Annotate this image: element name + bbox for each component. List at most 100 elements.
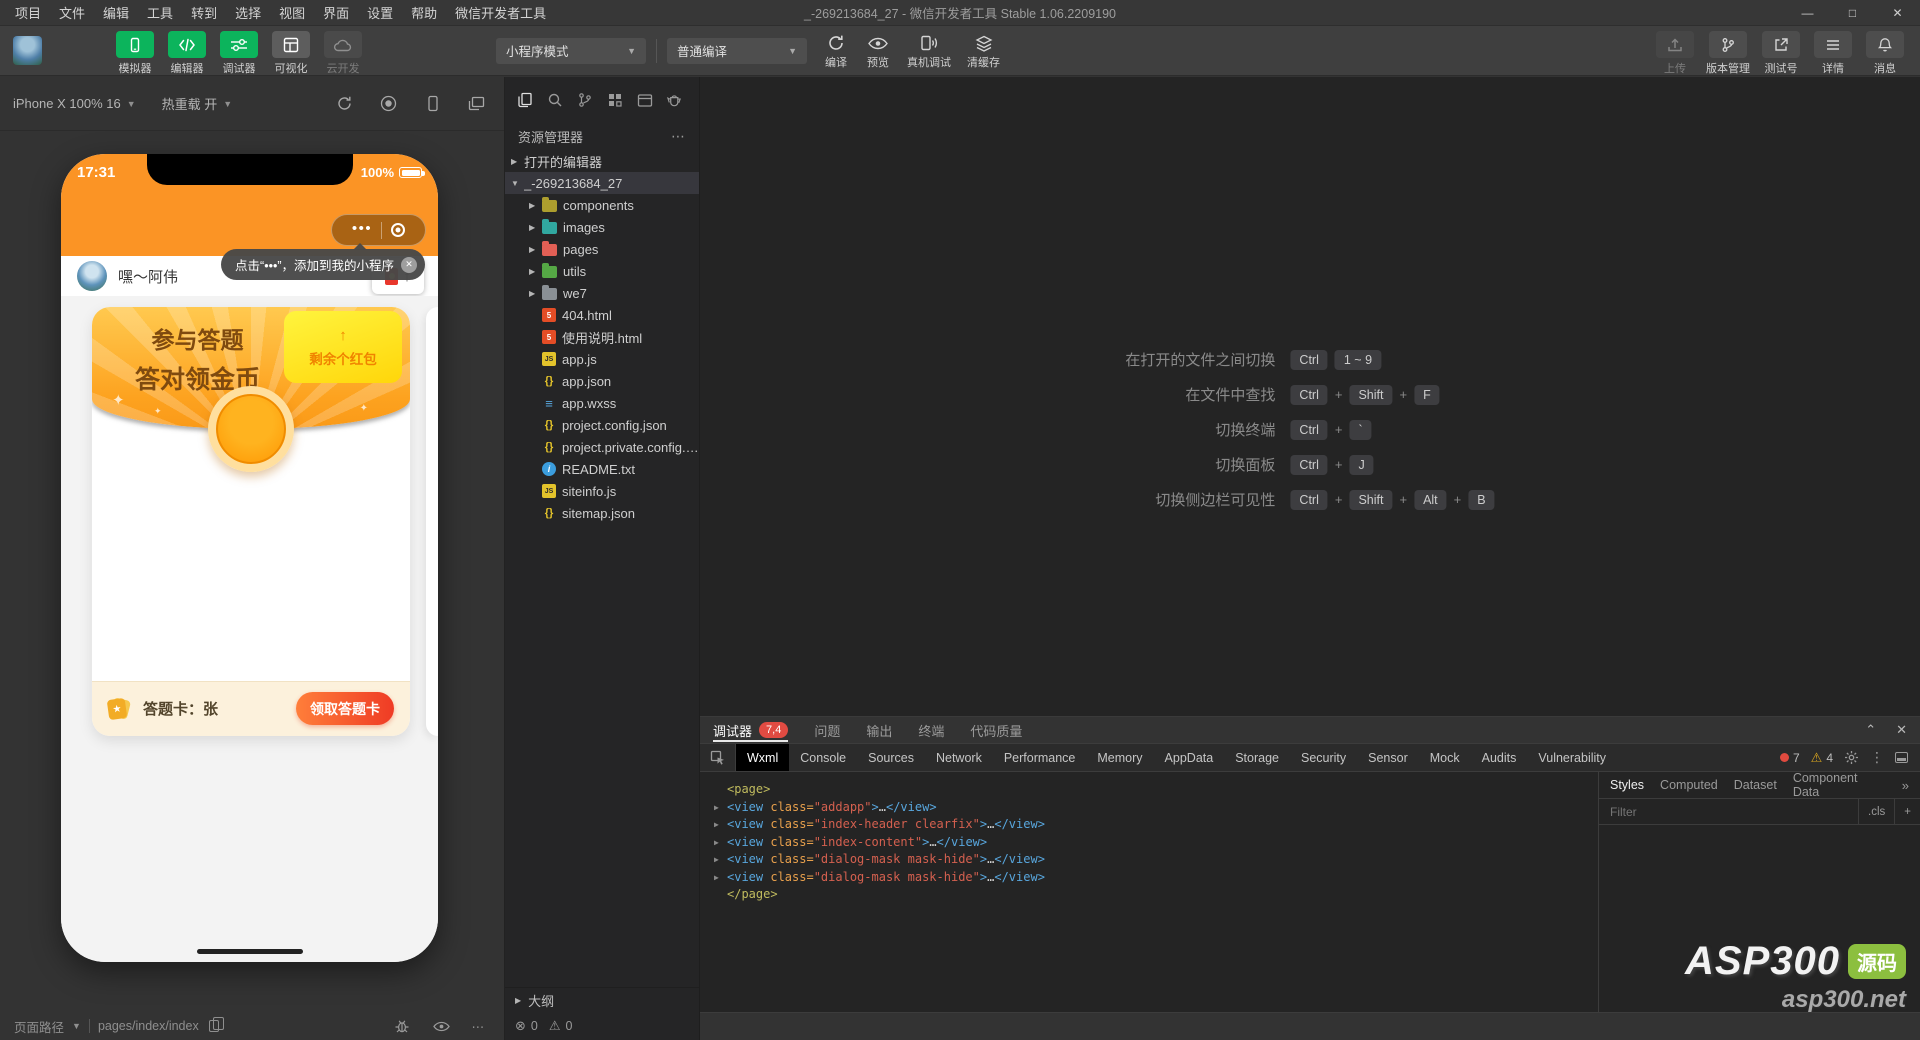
tree-item[interactable]: ▶ utils [505, 260, 699, 282]
menu-item-6[interactable]: 视图 [270, 0, 314, 25]
mode-select[interactable]: 小程序模式 ▼ [496, 37, 646, 64]
restart-icon[interactable] [336, 95, 353, 112]
filter-input[interactable]: Filter [1599, 799, 1858, 824]
close-target-icon[interactable] [391, 223, 406, 237]
copy-icon[interactable] [208, 1017, 224, 1032]
action-button-eye[interactable]: 预览 [865, 33, 891, 70]
devtools-tab-network[interactable]: Network [925, 744, 993, 771]
menu-item-7[interactable]: 界面 [314, 0, 358, 25]
tree-item[interactable]: ▶ pages [505, 238, 699, 260]
wxml-view-node[interactable]: ▶ <view class="index-content">…</view> [714, 834, 1598, 852]
page-path-label[interactable]: 页面路径 [14, 1017, 64, 1036]
multi-window-icon[interactable] [468, 95, 485, 112]
menu-item-4[interactable]: 转到 [182, 0, 226, 25]
teapot-icon[interactable] [666, 92, 683, 109]
wxml-root-node[interactable]: </page> [714, 886, 1598, 904]
tree-item[interactable]: JS siteinfo.js [505, 480, 699, 502]
panel-tab-item[interactable]: 代码质量 [970, 717, 1022, 743]
inspect-element-icon[interactable] [700, 744, 736, 771]
tree-item[interactable]: ▼ _-269213684_27 [505, 172, 699, 194]
menu-item-0[interactable]: 项目 [6, 0, 50, 25]
maximize-button[interactable]: □ [1830, 0, 1875, 25]
tree-item[interactable]: {} sitemap.json [505, 502, 699, 524]
minimize-button[interactable]: — [1785, 0, 1830, 25]
tree-item[interactable]: 5 使用说明.html [505, 326, 699, 348]
hot-reload-select[interactable]: 热重载 开 ▼ [162, 94, 233, 113]
dock-panel-icon[interactable] [1895, 752, 1908, 763]
menu-item-10[interactable]: 微信开发者工具 [446, 0, 555, 25]
menu-item-5[interactable]: 选择 [226, 0, 270, 25]
wxml-root-node[interactable]: <page> [714, 781, 1598, 799]
tree-item[interactable]: 5 404.html [505, 304, 699, 326]
project-button-external[interactable]: 测试号 [1760, 31, 1802, 76]
toggle-class-button[interactable]: .cls [1858, 799, 1894, 824]
view-button-debug[interactable]: 调试器 [218, 31, 260, 76]
tree-item[interactable]: {} project.private.config.json [505, 436, 699, 458]
wxml-view-node[interactable]: ▶ <view class="addapp">…</view> [714, 799, 1598, 817]
device-frame-icon[interactable] [424, 95, 441, 112]
more-dots-icon[interactable]: ⋯ [472, 1019, 485, 1034]
tree-item[interactable]: ▶ components [505, 194, 699, 216]
project-button-lines[interactable]: 详情 [1812, 31, 1854, 76]
menu-item-1[interactable]: 文件 [50, 0, 94, 25]
wxml-view-node[interactable]: ▶ <view class="dialog-mask mask-hide">…</… [714, 851, 1598, 869]
devtools-tab-sensor[interactable]: Sensor [1357, 744, 1419, 771]
collapse-panel-icon[interactable]: ⌃ [1865, 722, 1876, 738]
more-dots-icon[interactable]: ⋯ [671, 128, 686, 145]
project-button-bell[interactable]: 消息 [1864, 31, 1906, 76]
devtools-tab-wxml[interactable]: Wxml [736, 744, 790, 771]
view-button-layout[interactable]: 可视化 [270, 31, 312, 76]
extensions-icon[interactable] [606, 92, 623, 109]
git-icon[interactable] [576, 92, 593, 109]
tooltip-close-icon[interactable]: ✕ [401, 256, 417, 273]
styles-tab-styles[interactable]: Styles [1610, 778, 1644, 792]
menu-item-2[interactable]: 编辑 [94, 0, 138, 25]
tree-item[interactable]: ▶ we7 [505, 282, 699, 304]
devtools-tab-storage[interactable]: Storage [1224, 744, 1290, 771]
styles-tab-computed[interactable]: Computed [1660, 778, 1718, 792]
devtools-tab-vulnerability[interactable]: Vulnerability [1527, 744, 1617, 771]
bug-icon[interactable] [394, 1018, 411, 1035]
gear-icon[interactable] [1844, 750, 1859, 765]
view-button-phone[interactable]: 模拟器 [114, 31, 156, 76]
panel-tab-item[interactable]: 问题 [814, 717, 840, 743]
miniprogram-capsule[interactable]: ••• [331, 214, 426, 246]
action-button-clean[interactable]: 清缓存 [967, 33, 1000, 70]
device-select[interactable]: iPhone X 100% 16 ▼ [13, 96, 136, 111]
tree-item[interactable]: ≡ app.wxss [505, 392, 699, 414]
kebab-menu-icon[interactable]: ⋮ [1870, 749, 1884, 766]
tree-item[interactable]: ▶ images [505, 216, 699, 238]
eye-icon[interactable] [432, 1018, 450, 1035]
search-icon[interactable] [546, 92, 563, 109]
action-button-device[interactable]: 真机调试 [907, 33, 951, 70]
tree-item[interactable]: {} project.config.json [505, 414, 699, 436]
window-icon[interactable] [636, 92, 653, 109]
user-avatar[interactable] [13, 36, 42, 65]
more-dots-icon[interactable]: ••• [352, 221, 372, 236]
compile-select[interactable]: 普通编译 ▼ [667, 37, 807, 64]
new-style-rule-button[interactable]: + [1894, 799, 1920, 824]
close-panel-icon[interactable]: ✕ [1896, 722, 1907, 738]
tree-item[interactable]: JS app.js [505, 348, 699, 370]
console-warning-count[interactable]: 4 [1826, 751, 1833, 765]
devtools-tab-mock[interactable]: Mock [1419, 744, 1471, 771]
view-button-cloud[interactable]: 云开发 [322, 31, 364, 76]
panel-tab-item[interactable]: 输出 [866, 717, 892, 743]
menu-item-8[interactable]: 设置 [358, 0, 402, 25]
devtools-tab-performance[interactable]: Performance [993, 744, 1087, 771]
tree-item[interactable]: ▶ 打开的编辑器 [505, 150, 699, 172]
project-button-branch[interactable]: 版本管理 [1706, 31, 1750, 76]
devtools-tab-security[interactable]: Security [1290, 744, 1357, 771]
tree-item[interactable]: {} app.json [505, 370, 699, 392]
view-button-code[interactable]: 编辑器 [166, 31, 208, 76]
tree-item[interactable]: i README.txt [505, 458, 699, 480]
claim-answer-card-button[interactable]: 领取答题卡 [296, 692, 394, 725]
console-error-count[interactable]: 7 [1793, 751, 1800, 765]
menu-item-3[interactable]: 工具 [138, 0, 182, 25]
outline-section[interactable]: ▶ 大纲 [505, 988, 699, 1012]
styles-tab-component-data[interactable]: Component Data [1793, 771, 1886, 799]
panel-tab-active[interactable]: 调试器 7,4 [713, 717, 789, 743]
devtools-tab-memory[interactable]: Memory [1086, 744, 1153, 771]
problems-counter[interactable]: ⊗ 0 ⚠ 0 [505, 1012, 699, 1040]
devtools-tab-audits[interactable]: Audits [1471, 744, 1528, 771]
